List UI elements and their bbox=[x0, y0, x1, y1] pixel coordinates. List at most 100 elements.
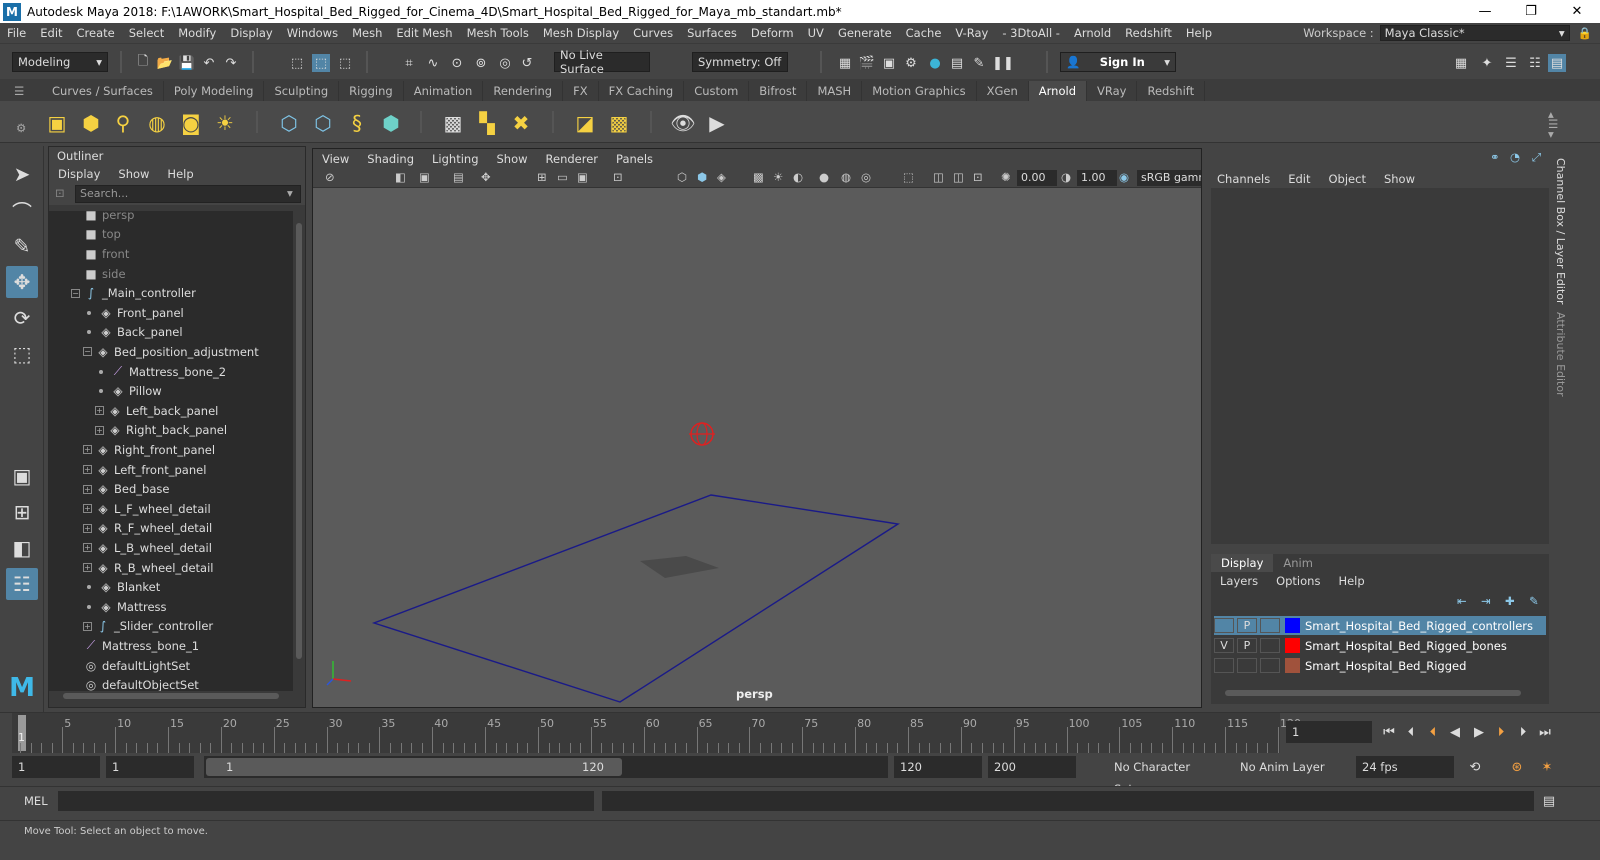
shelf-tab-rigging[interactable]: Rigging bbox=[339, 81, 404, 101]
outliner-item[interactable]: + ◈ L_B_wheel_detail bbox=[83, 538, 212, 558]
character-set-dropdown[interactable]: No Character Set bbox=[1108, 756, 1218, 796]
move-layer-up-icon[interactable]: ⇤ bbox=[1457, 594, 1467, 608]
menu-modify[interactable]: Modify bbox=[171, 26, 223, 40]
outliner-item[interactable]: ■ top bbox=[71, 225, 121, 245]
layer-row[interactable]: P Smart_Hospital_Bed_Rigged_controllers bbox=[1214, 616, 1546, 635]
layer-type-toggle[interactable] bbox=[1260, 638, 1280, 653]
expand-toggle-icon[interactable]: + bbox=[83, 484, 92, 494]
layer-playback-toggle[interactable] bbox=[1237, 658, 1257, 673]
float-panel-icon[interactable]: ⤢ bbox=[1532, 150, 1541, 165]
command-input[interactable] bbox=[58, 791, 594, 811]
lock-icon[interactable]: 🔒 bbox=[1578, 26, 1592, 40]
shadows-icon[interactable]: ◐ bbox=[793, 170, 803, 184]
command-language-label[interactable]: MEL bbox=[24, 794, 48, 808]
checker-texture-icon[interactable]: ▩ bbox=[440, 110, 466, 136]
xray-joints-icon[interactable]: ◫ bbox=[953, 170, 964, 184]
time-slider-track[interactable]: 1 5 10 15 20 25 30 35 40 45 50 55 60 65 70 75 80 85 90 95 1… bbox=[12, 713, 1301, 753]
open-scene-icon[interactable]: 📂 bbox=[156, 54, 174, 72]
menu-edit-mesh[interactable]: Edit Mesh bbox=[389, 26, 459, 40]
channel-box-toggle-icon[interactable]: ⚭ bbox=[1490, 150, 1500, 164]
workspace-dropdown[interactable]: Maya Classic* ▾ bbox=[1379, 25, 1570, 41]
curve-collector-icon[interactable]: § bbox=[344, 110, 370, 136]
film-gate-icon[interactable]: ▭ bbox=[557, 170, 568, 184]
image-plane-icon[interactable]: ▤ bbox=[453, 170, 464, 184]
stand-in-icon[interactable]: ⬡ bbox=[276, 110, 302, 136]
outliner-item[interactable]: ◎ defaultLightSet bbox=[71, 656, 190, 676]
textured-icon[interactable]: ▩ bbox=[753, 170, 764, 184]
expand-toggle-icon[interactable]: − bbox=[83, 347, 92, 357]
current-frame-field[interactable]: 1 bbox=[1286, 721, 1372, 743]
outliner-item[interactable]: ◈ Blanket bbox=[83, 577, 160, 597]
menu-v-ray[interactable]: V-Ray bbox=[948, 26, 995, 40]
expand-toggle-icon[interactable]: + bbox=[83, 563, 92, 573]
menu-windows[interactable]: Windows bbox=[280, 26, 345, 40]
outliner-item[interactable]: ◈ Pillow bbox=[95, 381, 162, 401]
expand-toggle-icon[interactable]: + bbox=[83, 621, 92, 631]
isolate-select-icon[interactable]: ⬚ bbox=[903, 170, 914, 184]
layer-menu-layers[interactable]: Layers bbox=[1211, 574, 1267, 588]
outliner-item[interactable]: ◈ Front_panel bbox=[83, 303, 184, 323]
time-slider[interactable]: 1 5 10 15 20 25 30 35 40 45 50 55 60 65 70 75 80 85 90 95 1… bbox=[0, 712, 1600, 754]
menu-help[interactable]: Help bbox=[1179, 26, 1219, 40]
layer-color-swatch[interactable] bbox=[1285, 658, 1300, 673]
snap-view-icon[interactable]: ⊚ bbox=[472, 54, 490, 72]
outliner-item[interactable]: ■ front bbox=[71, 244, 129, 264]
layer-visibility-toggle[interactable] bbox=[1214, 618, 1234, 633]
outliner-item[interactable]: ■ persp bbox=[71, 211, 134, 225]
single-view-icon[interactable]: ▣ bbox=[6, 460, 38, 492]
render-view-icon[interactable]: ▦ bbox=[836, 54, 854, 72]
outliner-item[interactable]: − ∫ _Main_controller bbox=[71, 283, 196, 303]
restore-button[interactable]: ❐ bbox=[1508, 0, 1554, 23]
two-d-pan-icon[interactable]: ✥ bbox=[481, 170, 491, 184]
layer-color-swatch[interactable] bbox=[1285, 618, 1300, 633]
outliner-item[interactable]: ⟋ Mattress_bone_2 bbox=[95, 362, 226, 382]
menu-arnold[interactable]: Arnold bbox=[1067, 26, 1118, 40]
layer-visibility-toggle[interactable]: V bbox=[1214, 638, 1234, 653]
undo-icon[interactable]: ↶ bbox=[200, 54, 218, 72]
shelf-tab-xgen[interactable]: XGen bbox=[977, 81, 1029, 101]
outliner-item[interactable]: + ◈ R_B_wheel_detail bbox=[83, 558, 214, 578]
viewport-menu-lighting[interactable]: Lighting bbox=[423, 152, 487, 166]
menu-select[interactable]: Select bbox=[122, 26, 171, 40]
layer-tab-anim[interactable]: Anim bbox=[1273, 554, 1323, 572]
shelf-tab-mash[interactable]: MASH bbox=[807, 81, 863, 101]
shelf-tab-curves-surfaces[interactable]: Curves / Surfaces bbox=[42, 81, 164, 101]
layer-hscrollbar[interactable] bbox=[1213, 688, 1547, 698]
menu-redshift[interactable]: Redshift bbox=[1118, 26, 1179, 40]
photometric-light-icon[interactable]: ⚲ bbox=[110, 110, 136, 136]
shelf-tab-vray[interactable]: VRay bbox=[1087, 81, 1138, 101]
go-to-end-icon[interactable]: ⏭ bbox=[1536, 723, 1554, 741]
expand-toggle-icon[interactable]: + bbox=[83, 543, 92, 553]
shelf-settings-icon[interactable]: ⚙ bbox=[16, 121, 26, 135]
shelf-tab-bifrost[interactable]: Bifrost bbox=[749, 81, 808, 101]
shelf-tab-rendering[interactable]: Rendering bbox=[483, 81, 564, 101]
viewport-menu-renderer[interactable]: Renderer bbox=[537, 152, 608, 166]
playback-end-field[interactable]: 120 bbox=[894, 756, 982, 778]
shelf-tab-motion-graphics[interactable]: Motion Graphics bbox=[862, 81, 977, 101]
exposure-field[interactable]: 0.00 bbox=[1017, 170, 1057, 186]
export-stand-in-icon[interactable]: ⬡ bbox=[310, 110, 336, 136]
range-slider-bar[interactable] bbox=[206, 758, 622, 776]
play-render-icon[interactable]: ▶ bbox=[704, 110, 730, 136]
new-layer-selected-icon[interactable]: ✎ bbox=[1529, 594, 1539, 608]
menu-cache[interactable]: Cache bbox=[899, 26, 949, 40]
xray-icon[interactable]: ◫ bbox=[933, 170, 944, 184]
play-forward-icon[interactable]: ▶ bbox=[1470, 723, 1488, 741]
layer-menu-help[interactable]: Help bbox=[1329, 574, 1373, 588]
channel-box-menu-object[interactable]: Object bbox=[1320, 172, 1375, 186]
shelf-tab-fx-caching[interactable]: FX Caching bbox=[599, 81, 685, 101]
new-scene-icon[interactable]: 🗋 bbox=[134, 54, 152, 72]
outliner-item[interactable]: + ◈ Right_back_panel bbox=[95, 421, 227, 441]
animation-end-field[interactable]: 200 bbox=[988, 756, 1076, 778]
step-back-icon[interactable]: ⏴ bbox=[1402, 723, 1420, 741]
channel-box-menu-edit[interactable]: Edit bbox=[1279, 172, 1319, 186]
outliner-item[interactable]: + ◈ Right_front_panel bbox=[83, 440, 215, 460]
loop-icon[interactable]: ⟲ bbox=[1466, 758, 1484, 776]
gamma-field[interactable]: 1.00 bbox=[1077, 170, 1117, 186]
render-settings-icon[interactable]: ⚙ bbox=[902, 54, 920, 72]
outliner-item[interactable]: ◈ Back_panel bbox=[83, 323, 183, 343]
camera-select-icon[interactable]: ⊘ bbox=[325, 170, 335, 184]
layer-playback-toggle[interactable]: P bbox=[1237, 638, 1257, 653]
camera-attributes-icon[interactable]: ◧ bbox=[395, 170, 406, 184]
auto-key-icon[interactable]: ⊛ bbox=[1508, 758, 1526, 776]
